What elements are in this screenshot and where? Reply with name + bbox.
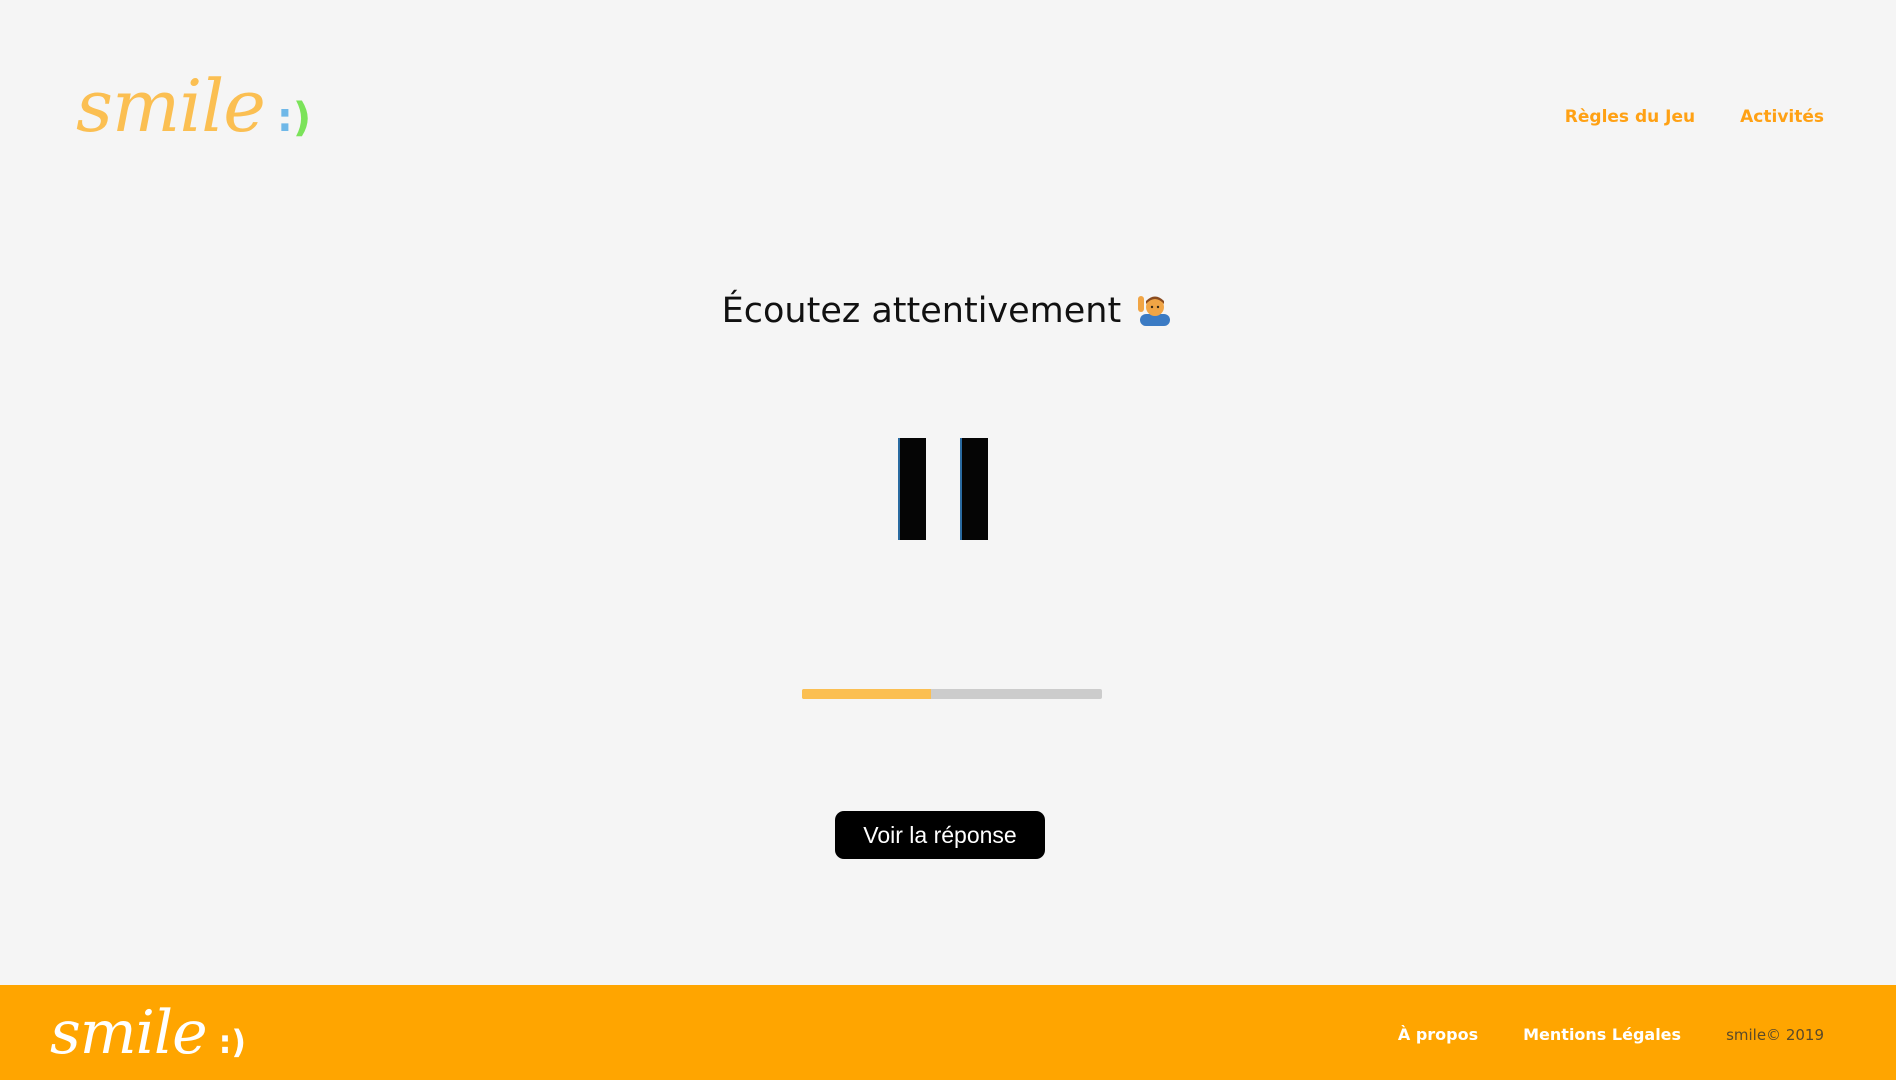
footer-logo-smiley-icon: :) [218,1023,246,1061]
audio-progress-bar[interactable] [802,689,1102,699]
logo-text: smile [76,64,266,148]
page-title-text: Écoutez attentivement [721,291,1122,331]
audio-progress-fill [802,689,931,699]
pause-icon-left-bar [900,438,926,540]
person-raising-hand-emoji-icon [1132,291,1174,331]
footer-logo-link[interactable]: smile :) [50,1003,246,1063]
pause-button[interactable] [898,438,990,540]
page-title: Écoutez attentivement [0,290,1896,331]
footer-link-about[interactable]: À propos [1398,1025,1478,1044]
logo-link[interactable]: smile :) [76,70,311,142]
show-answer-button[interactable]: Voir la réponse [835,811,1045,859]
nav-link-rules[interactable]: Règles du Jeu [1565,107,1695,127]
footer: smile :) À propos Mentions Légales smile… [0,985,1896,1080]
nav-link-activities[interactable]: Activités [1740,107,1824,127]
pause-icon-right-bar [962,438,988,540]
page: smile :) Règles du Jeu Activités Écoutez… [0,0,1896,1080]
copyright-text: smile© 2019 [1726,1026,1824,1044]
top-nav: Règles du Jeu Activités [1565,107,1824,127]
logo-smiley-icon: :) [276,95,312,141]
footer-links: À propos Mentions Légales smile© 2019 [1398,1025,1824,1044]
footer-logo-text: smile [50,998,208,1068]
footer-link-legal[interactable]: Mentions Légales [1523,1025,1681,1044]
